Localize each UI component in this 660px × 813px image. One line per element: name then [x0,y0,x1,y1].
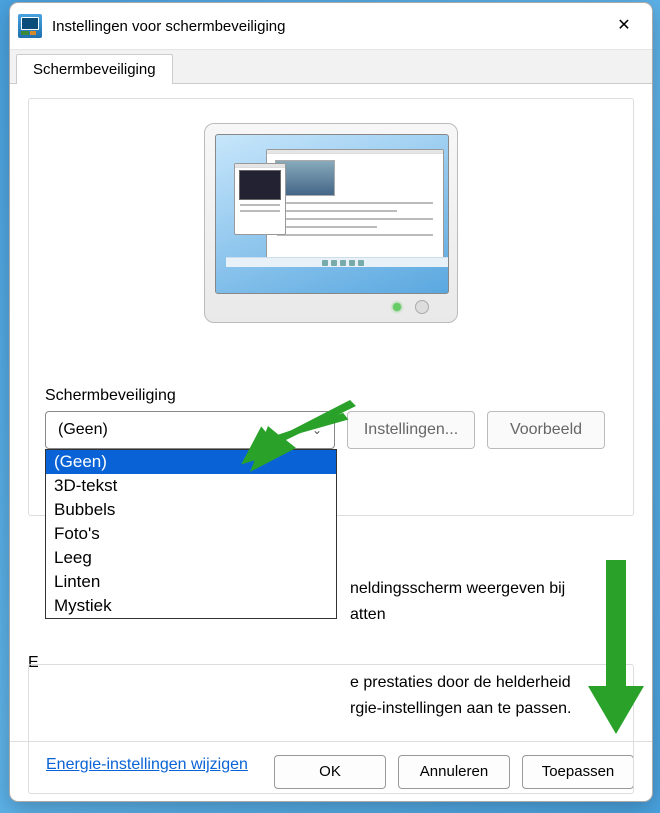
window-title: Instellingen voor schermbeveiliging [52,18,285,35]
content-area: Schermbeveiliging (Geen) ⌄ (Geen) 3D-tek… [10,84,652,741]
titlebar: Instellingen voor schermbeveiliging ✕ [10,3,652,49]
option-ribbons[interactable]: Linten [46,570,336,594]
logon-text-fragment: neldingsscherm weergeven bij atten [350,576,565,628]
option-3d-text[interactable]: 3D-tekst [46,474,336,498]
option-none[interactable]: (Geen) [46,450,336,474]
option-bubbles[interactable]: Bubbels [46,498,336,522]
screensaver-group: Schermbeveiliging (Geen) ⌄ (Geen) 3D-tek… [28,98,634,516]
chevron-down-icon: ⌄ [312,423,322,437]
energy-text-fragment: e prestaties door de helderheid rgie-ins… [350,670,571,722]
option-mystify[interactable]: Mystiek [46,594,336,618]
energy-settings-link[interactable]: Energie-instellingen wijzigen [46,756,248,774]
screensaver-settings-window: Instellingen voor schermbeveiliging ✕ Sc… [9,2,653,802]
option-blank[interactable]: Leeg [46,546,336,570]
close-button[interactable]: ✕ [602,11,646,41]
settings-button[interactable]: Instellingen... [347,411,475,449]
screensaver-select-value: (Geen) [58,421,108,439]
close-icon: ✕ [617,18,630,34]
screensaver-dropdown-list: (Geen) 3D-tekst Bubbels Foto's Leeg Lint… [45,449,337,619]
screensaver-label: Schermbeveiliging [45,387,617,405]
option-photos[interactable]: Foto's [46,522,336,546]
app-icon [18,14,42,38]
screensaver-select[interactable]: (Geen) ⌄ (Geen) 3D-tekst Bubbels Foto's … [45,411,335,449]
tab-screensaver[interactable]: Schermbeveiliging [16,54,173,84]
tab-strip: Schermbeveiliging [10,50,652,84]
preview-button[interactable]: Voorbeeld [487,411,605,449]
monitor-preview [204,123,458,347]
